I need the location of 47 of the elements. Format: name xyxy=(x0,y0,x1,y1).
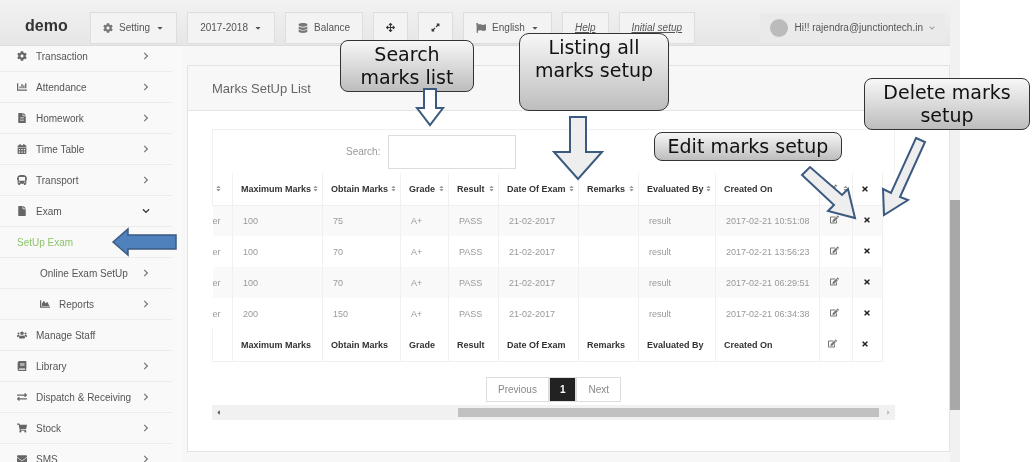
column-footer: Obtain Marks xyxy=(322,329,401,361)
table-cell: 2017-02-21 06:34:38 xyxy=(726,308,810,319)
table-cell: PASS xyxy=(459,277,483,288)
table-cell: 100 xyxy=(243,277,259,288)
table-cell: 100 xyxy=(243,215,259,226)
table-cell: A+ xyxy=(411,308,423,319)
column-footer: Date Of Exam xyxy=(498,329,579,361)
table-cell: er xyxy=(212,277,221,288)
search-label: Search: xyxy=(346,146,381,157)
table-cell: A+ xyxy=(411,215,423,226)
table-cell: A+ xyxy=(411,246,423,257)
column-footer: Maximum Marks xyxy=(232,329,323,361)
table-cell: result xyxy=(649,277,671,288)
callout-tooltip: Search marks list xyxy=(340,40,474,92)
table-cell: 21-02-2017 xyxy=(509,308,556,319)
column-footer: Result xyxy=(448,329,499,361)
table-cell: 75 xyxy=(333,215,343,226)
table-cell: 2017-02-21 13:56:23 xyxy=(726,246,810,257)
table-cell: 21-02-2017 xyxy=(509,277,556,288)
callout-tooltip: Delete marks setup xyxy=(864,78,1030,130)
table-cell: result xyxy=(649,246,671,257)
table-cell: 70 xyxy=(333,246,343,257)
table-cell: 70 xyxy=(333,277,343,288)
table-cell: 100 xyxy=(243,246,259,257)
panel-title: Marks SetUp List xyxy=(212,80,311,96)
table-cell: PASS xyxy=(459,308,483,319)
table-cell: er xyxy=(212,308,221,319)
table-cell: er xyxy=(212,246,221,257)
table-cell: 200 xyxy=(243,308,259,319)
table-cell: result xyxy=(649,308,671,319)
table-cell: PASS xyxy=(459,215,483,226)
column-footer: Remarks xyxy=(578,329,639,361)
table-cell: 2017-02-21 06:29:51 xyxy=(726,277,810,288)
column-footer: Evaluated By xyxy=(638,329,716,361)
callout-tooltip: Listing all marks setup xyxy=(519,33,669,111)
table-cell: 21-02-2017 xyxy=(509,215,556,226)
column-footer: Grade xyxy=(400,329,449,361)
table-cell: A+ xyxy=(411,277,423,288)
table-cell: result xyxy=(649,215,671,226)
brand-name: demo xyxy=(25,15,69,35)
column-footer: Created On xyxy=(715,329,820,361)
callout-tooltip: Edit marks setup xyxy=(654,132,842,161)
table-cell: PASS xyxy=(459,246,483,257)
table-cell: 150 xyxy=(333,308,349,319)
table-cell: er xyxy=(212,215,221,226)
table-cell: 2017-02-21 10:51:08 xyxy=(726,215,810,226)
table-cell: 21-02-2017 xyxy=(509,246,556,257)
